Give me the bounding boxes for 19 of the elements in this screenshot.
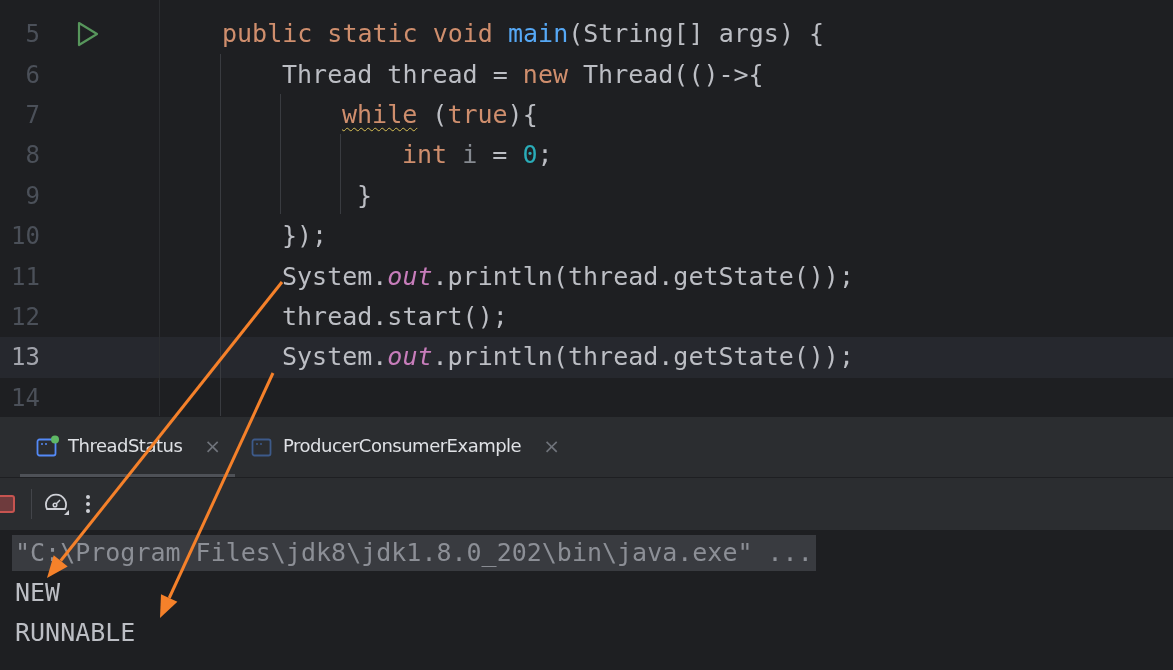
code-line: Thread thread = new Thread(()->{ <box>282 58 764 91</box>
code-line: System.out.println(thread.getState()); <box>282 341 854 374</box>
gauge-icon[interactable] <box>44 492 70 516</box>
code-line: } <box>356 179 373 212</box>
code-line: System.out.println(thread.getState()); <box>282 260 854 293</box>
line-number: 13 <box>10 342 40 373</box>
run-icon[interactable] <box>76 21 100 48</box>
code-line: }); <box>282 220 328 253</box>
console-line: NEW <box>14 577 62 609</box>
more-icon <box>86 495 90 513</box>
run-tab[interactable]: ProducerConsumerExample × <box>235 417 574 477</box>
code-line: public static void main(String[] args) { <box>222 18 825 51</box>
code-line: while (true){ <box>342 98 538 131</box>
code-line: int i = 0; <box>402 139 553 172</box>
console-line: RUNNABLE <box>14 617 137 649</box>
window-icon <box>36 434 60 457</box>
code-line: thread.start(); <box>282 300 508 333</box>
more-button[interactable] <box>86 495 90 513</box>
tab-label: ProducerConsumerExample <box>283 434 522 458</box>
